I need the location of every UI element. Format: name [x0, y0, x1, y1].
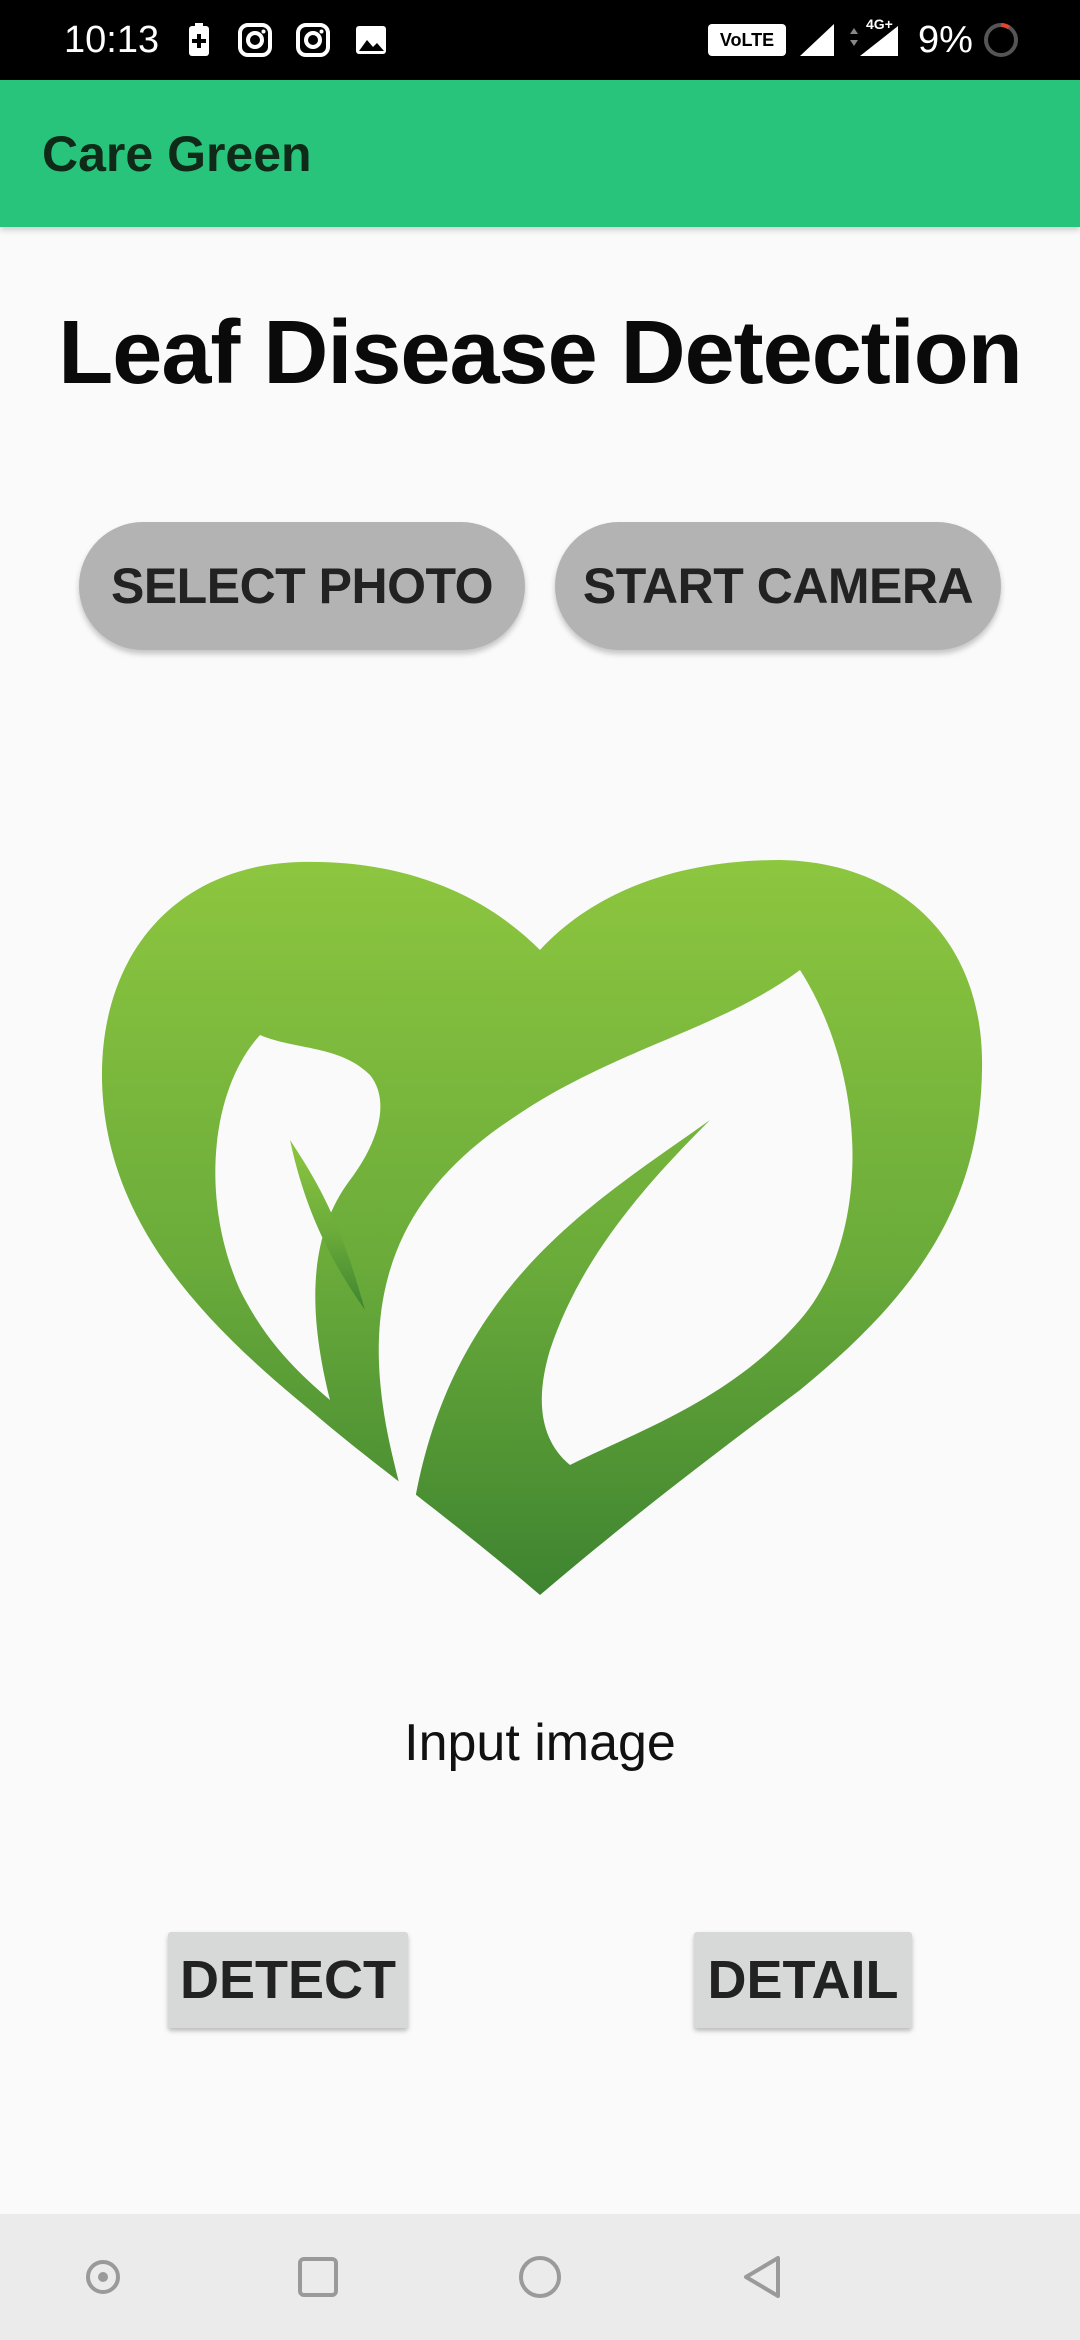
select-photo-button[interactable]: SELECT PHOTO: [79, 522, 525, 650]
navigation-bar: [0, 2214, 1080, 2340]
detail-button[interactable]: DETAIL: [694, 1932, 912, 2028]
detect-button[interactable]: DETECT: [168, 1932, 408, 2028]
image-icon: [354, 22, 388, 58]
back-button[interactable]: [730, 2244, 796, 2310]
dot-circle-icon[interactable]: [70, 2244, 136, 2310]
signal-icon: [798, 22, 838, 58]
volte-badge: VoLTE: [708, 24, 786, 56]
status-bar: 10:13 VoLTE 4G+ 9%: [0, 0, 1080, 80]
battery-saver-icon: [182, 22, 216, 58]
status-time: 10:13: [64, 19, 160, 61]
battery-percent: 9%: [918, 19, 973, 61]
recents-square-icon: [298, 2257, 338, 2297]
start-camera-button[interactable]: START CAMERA: [555, 522, 1001, 650]
home-circle-icon: [519, 2256, 561, 2298]
instagram-icon: [296, 22, 330, 58]
page-title: Leaf Disease Detection: [58, 303, 1022, 403]
input-image: [80, 840, 1000, 1620]
app-bar: Care Green: [0, 80, 1080, 227]
battery-ring-icon: [982, 21, 1020, 59]
heart-leaf-logo: [101, 860, 983, 1595]
network-type-label: 4G+: [866, 16, 893, 32]
app-title: Care Green: [42, 126, 312, 182]
instagram-icon: [238, 22, 272, 58]
home-button[interactable]: [507, 2244, 573, 2310]
input-image-caption: Input image: [404, 1714, 676, 1772]
recents-button[interactable]: [285, 2244, 351, 2310]
back-triangle-icon: [744, 2256, 780, 2298]
